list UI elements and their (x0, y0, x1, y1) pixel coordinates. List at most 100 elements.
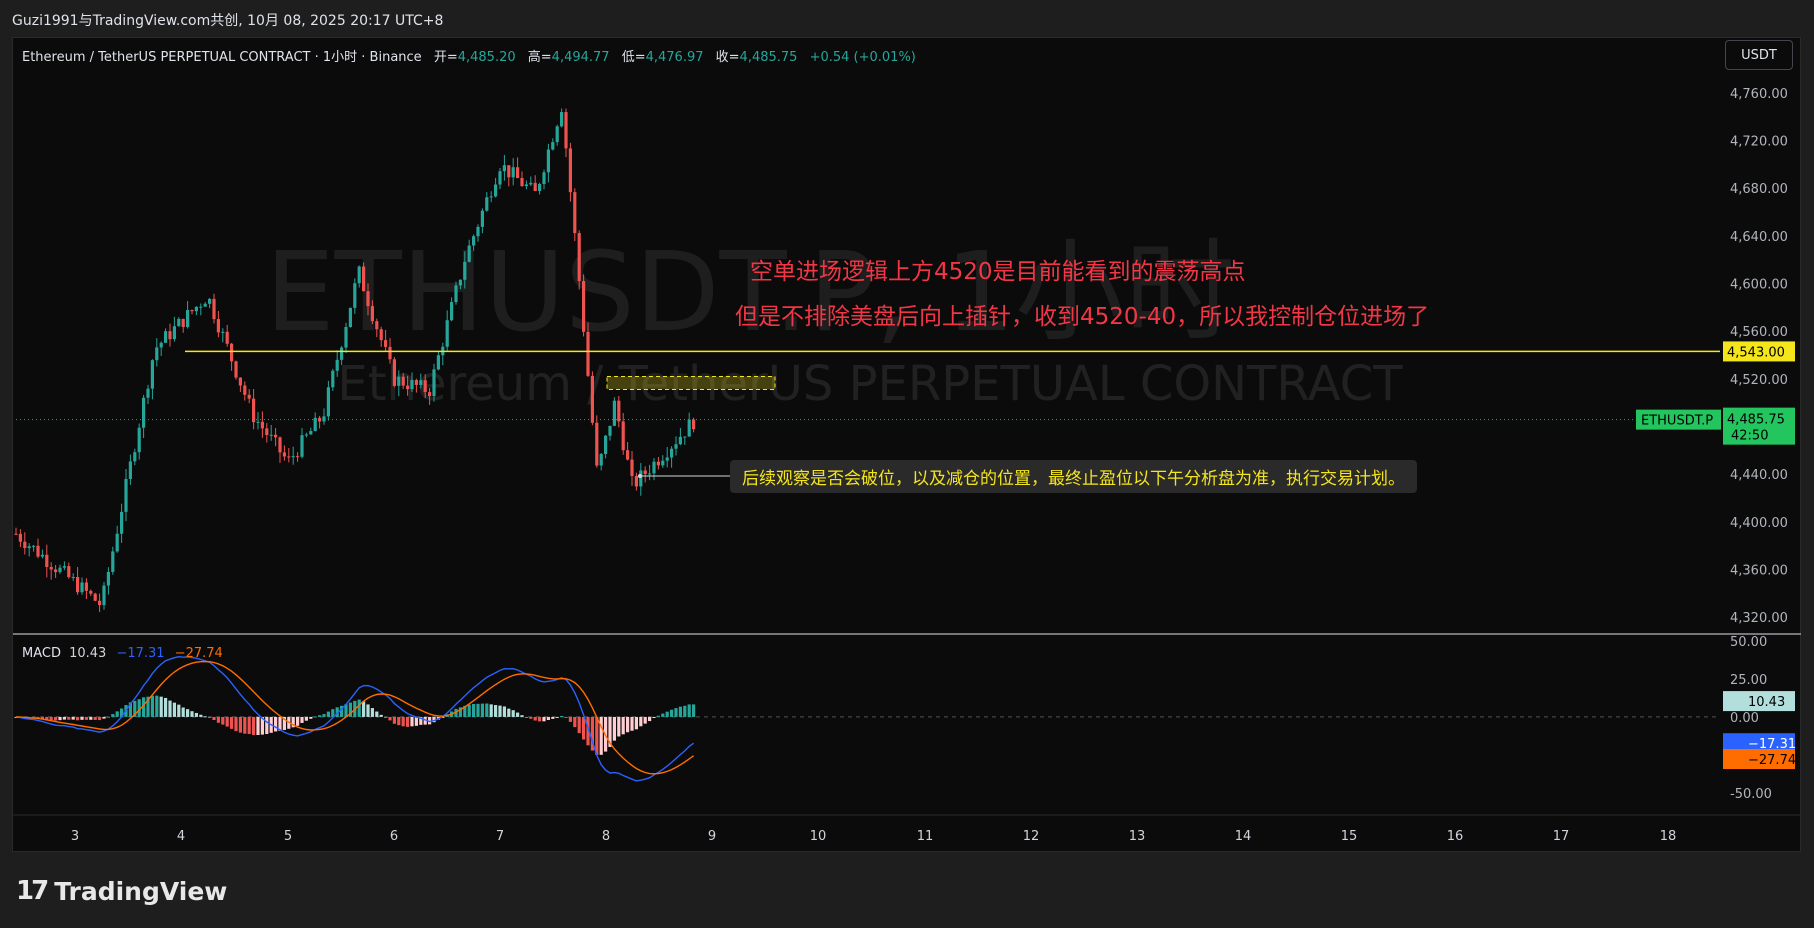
macd-histogram-bar (274, 716, 278, 732)
macd-histogram-bar (362, 701, 366, 717)
tradingview-logo-icon: 17 (16, 876, 49, 906)
macd-histogram-bar (238, 716, 242, 733)
time-axis-tick: 4 (177, 829, 185, 844)
price-axis-tick: 4,520.00 (1730, 373, 1788, 388)
macd-signal-tag-text: −27.74 (1748, 753, 1796, 768)
macd-histogram-bar (265, 716, 269, 735)
candle-body (54, 569, 58, 573)
candle-body (120, 511, 124, 534)
macd-histogram-bar (476, 703, 480, 717)
macd-histogram-bar (626, 716, 630, 733)
candle-body (137, 427, 141, 453)
candle-body (375, 321, 379, 330)
macd-histogram-bar (300, 716, 304, 723)
time-axis-tick: 12 (1023, 829, 1040, 844)
macd-histogram-bar (366, 704, 370, 717)
candle-body (260, 421, 264, 429)
macd-histogram-bar (230, 716, 234, 729)
annotation-callout[interactable]: 后续观察是否会破位，以及减仓的位置，最终止盈位以下午分析盘为准，执行交易计划。 (730, 460, 1417, 493)
candle-body (186, 310, 190, 327)
candle-body (234, 361, 238, 378)
macd-histogram-bar (401, 716, 405, 727)
hline-price-text: 4,543.00 (1727, 345, 1785, 360)
macd-histogram-bar (172, 702, 176, 717)
close-label: 收= (715, 50, 740, 65)
candle-body (542, 172, 546, 185)
macd-histogram-bar (687, 704, 691, 717)
candle-body (406, 385, 410, 390)
time-axis-tick: 17 (1553, 829, 1570, 844)
macd-histogram-bar (507, 708, 511, 717)
macd-histogram-bar (89, 716, 93, 720)
annotation-text-2[interactable]: 但是不排除美盘后向上插针，收到4520-40，所以我控制仓位进场了 (735, 297, 1429, 331)
tradingview-logo-text: TradingView (54, 876, 228, 906)
macd-legend-signal: −27.74 (174, 646, 223, 661)
price-axis-tick: 4,360.00 (1730, 563, 1788, 578)
candle-body (621, 421, 625, 451)
macd-histogram-bar (111, 714, 115, 717)
macd-histogram-bar (98, 716, 102, 721)
time-axis-tick: 10 (810, 829, 827, 844)
time-axis-tick: 11 (917, 829, 934, 844)
macd-histogram-bar (225, 716, 229, 727)
macd-histogram-bar (467, 704, 471, 717)
candle-body (216, 319, 220, 333)
callout-anchor (638, 474, 642, 478)
candle-body (450, 302, 454, 321)
price-axis-tick: 4,400.00 (1730, 516, 1788, 531)
countdown-text: 42:50 (1731, 429, 1768, 444)
candle-body (256, 421, 260, 423)
macd-legend[interactable]: MACD 10.43 −17.31 −27.74 (22, 646, 223, 661)
currency-button[interactable]: USDT (1725, 40, 1793, 70)
candle-body (172, 326, 176, 340)
macd-histogram-bar (208, 716, 212, 718)
macd-histogram-bar (577, 716, 581, 734)
macd-histogram-bar (296, 716, 300, 726)
macd-histogram-bar (639, 716, 643, 727)
macd-histogram-bar (414, 716, 418, 726)
candle-body (599, 454, 603, 466)
candle-body (551, 142, 555, 150)
candle-body (555, 126, 559, 143)
macd-histogram-bar (648, 716, 652, 722)
candle-body (348, 307, 352, 328)
candle-body (397, 376, 401, 386)
candle-body (524, 184, 528, 187)
tradingview-logo[interactable]: 17 TradingView (16, 876, 227, 906)
macd-histogram-bar (634, 716, 638, 730)
candle-body (322, 416, 326, 422)
annotation-text-1[interactable]: 空单进场逻辑上方4520是目前能看到的震荡高点 (750, 252, 1246, 286)
candle-body (511, 167, 515, 178)
candle-body (208, 298, 212, 304)
candle-body (458, 279, 462, 286)
candle-body (168, 331, 172, 340)
candle-body (199, 306, 203, 308)
candle-body (502, 165, 506, 172)
low-label: 低= (621, 50, 646, 65)
candle-body (370, 306, 374, 322)
macd-histogram-bar (665, 711, 669, 717)
candle-body (159, 342, 163, 348)
price-axis-tick: 4,600.00 (1730, 278, 1788, 293)
candle-body (612, 400, 616, 426)
macd-histogram-bar (326, 711, 330, 717)
macd-histogram-bar (555, 716, 559, 718)
macd-histogram-bar (357, 699, 361, 717)
candle-body (150, 360, 154, 389)
candle-body (520, 178, 524, 187)
macd-histogram-bar (106, 716, 110, 718)
symbol-tag-text: ETHUSDT.P (1641, 414, 1713, 429)
candle-body (353, 283, 357, 308)
macd-histogram-bar (595, 716, 599, 755)
candle-body (560, 112, 564, 127)
symbol-legend[interactable]: Ethereum / TetherUS PERPETUAL CONTRACT ·… (22, 46, 916, 65)
macd-histogram-bar (164, 697, 168, 717)
macd-histogram-bar (538, 716, 542, 722)
candle-body (115, 533, 119, 552)
candle-body (252, 398, 256, 423)
macd-histogram-bar (243, 716, 247, 734)
macd-histogram-bar (516, 712, 520, 717)
price-axis-tick: 4,440.00 (1730, 468, 1788, 483)
macd-histogram-bar (234, 716, 238, 732)
macd-histogram-bar (150, 695, 154, 717)
